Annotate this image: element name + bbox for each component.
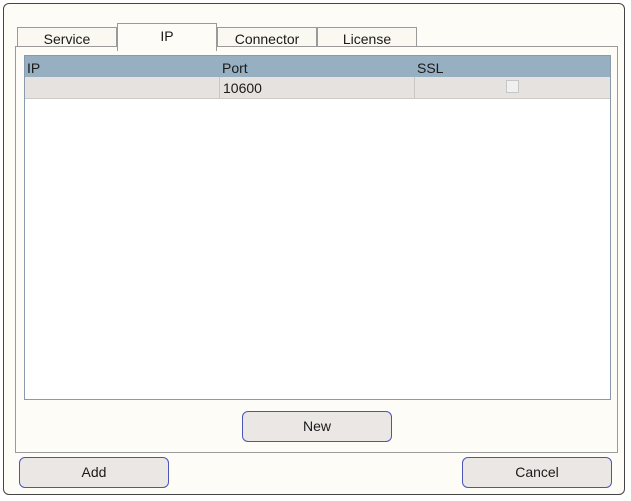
tab-panel-ip: IP Port SSL 10600 New [15,46,618,453]
ip-grid[interactable]: IP Port SSL 10600 [24,55,611,400]
column-header-port[interactable]: Port [220,56,415,77]
tab-ip[interactable]: IP [117,23,217,51]
cell-port[interactable]: 10600 [220,77,415,98]
table-row[interactable]: 10600 [25,77,610,99]
cell-ssl [415,77,610,98]
dialog-window: Service IP Connector License IP Port SSL… [3,3,625,495]
ssl-checkbox[interactable] [506,80,519,93]
column-header-ssl[interactable]: SSL [415,56,610,77]
cancel-button[interactable]: Cancel [462,457,612,488]
cell-ip[interactable] [25,77,220,98]
grid-header: IP Port SSL [25,56,610,77]
add-button[interactable]: Add [19,457,169,488]
tab-license-label: License [342,31,392,47]
tab-connector-label: Connector [234,31,300,47]
tab-ip-label: IP [160,28,174,44]
tab-service-label: Service [43,31,91,47]
column-header-ip[interactable]: IP [25,56,220,77]
new-button[interactable]: New [242,411,392,442]
